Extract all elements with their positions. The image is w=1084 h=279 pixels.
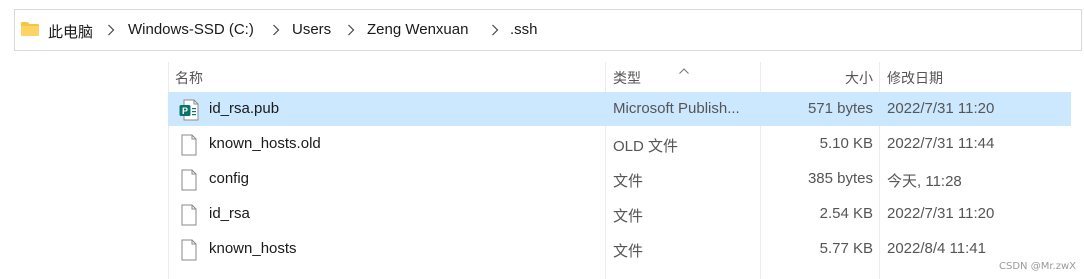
publisher-file-icon: P [179, 99, 199, 121]
generic-file-icon [179, 169, 199, 191]
folder-icon [21, 22, 39, 36]
breadcrumb-ssh[interactable]: .ssh [510, 21, 538, 38]
column-header-type[interactable]: 类型 [613, 68, 641, 88]
file-name: id_rsa [209, 205, 250, 222]
file-date-modified: 2022/7/31 11:20 [887, 205, 995, 222]
file-name: known_hosts [209, 240, 297, 257]
chevron-right-icon[interactable] [272, 24, 280, 36]
generic-file-icon [179, 204, 199, 226]
file-size: 571 bytes [807, 100, 873, 117]
file-row[interactable]: config 文件 385 bytes 今天, 11:28 [168, 162, 1071, 196]
navigation-pane [0, 62, 168, 279]
address-bar[interactable]: 此电脑 Windows-SSD (C:) Users Zeng Wenxuan … [14, 9, 1082, 51]
file-size: 5.77 KB [819, 240, 873, 257]
chevron-right-icon[interactable] [491, 24, 499, 36]
breadcrumb-drive[interactable]: Windows-SSD (C:) [128, 21, 254, 38]
file-type: 文件 [613, 243, 644, 260]
sort-ascending-icon [678, 62, 690, 74]
column-header-name[interactable]: 名称 [175, 68, 203, 88]
file-size: 385 bytes [807, 170, 873, 187]
file-type: 文件 [613, 173, 644, 190]
file-type: OLD 文件 [613, 138, 679, 155]
file-row[interactable]: id_rsa 文件 2.54 KB 2022/7/31 11:20 [168, 197, 1071, 231]
file-list: 名称 类型 大小 修改日期 P id_rsa.pub Microsoft Pub… [0, 62, 1084, 279]
file-date-modified: 2022/7/31 11:44 [887, 135, 995, 152]
file-type: 文件 [613, 208, 644, 225]
chevron-right-icon[interactable] [347, 24, 355, 36]
file-row[interactable]: P id_rsa.pub Microsoft Publish... 571 by… [168, 92, 1071, 126]
file-size: 2.54 KB [819, 205, 873, 222]
svg-text:P: P [182, 106, 188, 116]
column-header-date[interactable]: 修改日期 [887, 68, 943, 88]
file-date-modified: 2022/7/31 11:20 [887, 100, 995, 117]
file-type: Microsoft Publish... [613, 100, 740, 117]
file-row[interactable]: known_hosts 文件 5.77 KB 2022/8/4 11:41 [168, 232, 1071, 266]
file-name: config [209, 170, 250, 187]
breadcrumb-user-folder[interactable]: Zeng Wenxuan [367, 21, 468, 38]
column-header-size[interactable]: 大小 [845, 68, 873, 88]
breadcrumb-this-pc[interactable]: 此电脑 [48, 21, 93, 42]
file-date-modified: 2022/8/4 11:41 [887, 240, 986, 257]
generic-file-icon [179, 239, 199, 261]
file-date-modified: 今天, 11:28 [887, 173, 962, 190]
watermark: CSDN @Mr.zwX [999, 261, 1076, 272]
breadcrumb-users[interactable]: Users [292, 21, 331, 38]
file-size: 5.10 KB [819, 135, 873, 152]
chevron-right-icon[interactable] [107, 24, 115, 36]
generic-file-icon [179, 134, 199, 156]
file-name: known_hosts.old [209, 135, 321, 152]
file-name: id_rsa.pub [209, 100, 280, 117]
file-row[interactable]: known_hosts.old OLD 文件 5.10 KB 2022/7/31… [168, 127, 1071, 161]
